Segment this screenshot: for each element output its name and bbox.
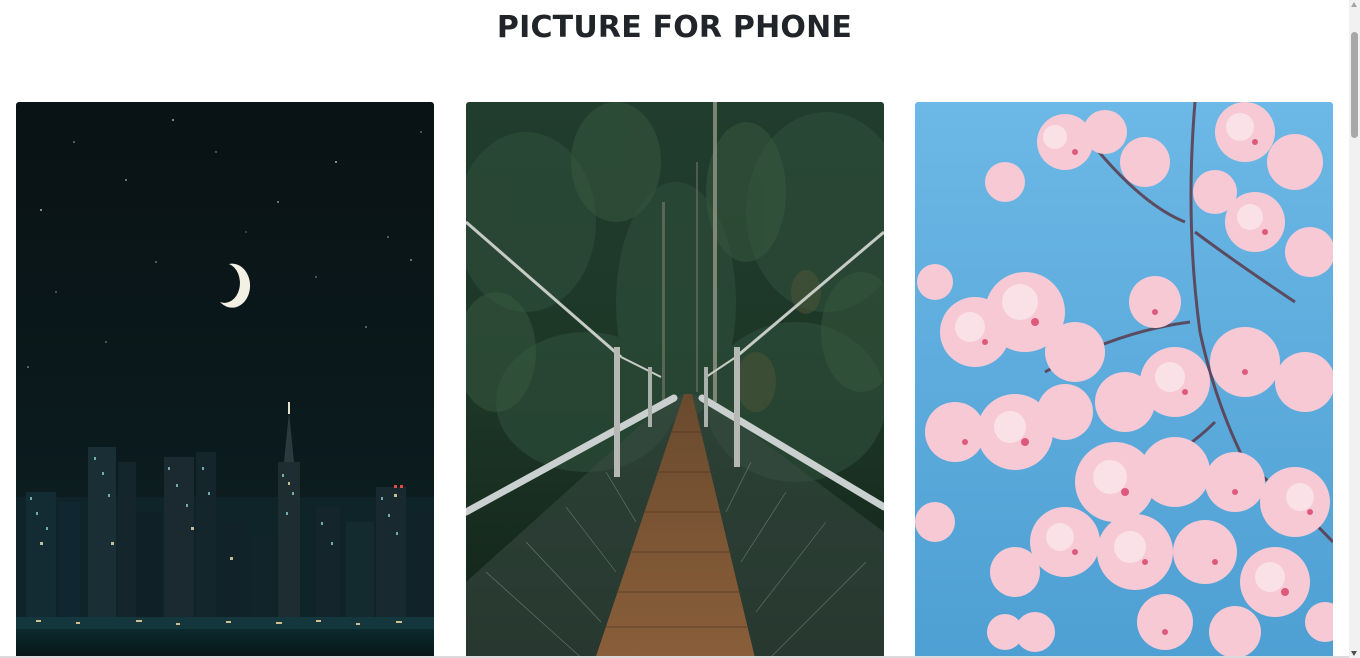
- scrollbar-thumb[interactable]: [1351, 32, 1358, 138]
- cherry-blossom-image[interactable]: [915, 102, 1333, 658]
- page: PICTURE FOR PHONE: [0, 0, 1360, 658]
- gallery-card-night-city[interactable]: [16, 102, 434, 658]
- forest-bridge-image[interactable]: [466, 102, 884, 658]
- gallery-card-forest-bridge[interactable]: [466, 102, 884, 658]
- scroll-up-arrow-icon[interactable]: [1351, 2, 1357, 7]
- gallery-card-cherry-blossom[interactable]: [915, 102, 1333, 658]
- night-city-image[interactable]: [16, 102, 434, 658]
- page-title: PICTURE FOR PHONE: [496, 10, 853, 45]
- scroll-down-arrow-icon[interactable]: [1351, 651, 1357, 656]
- vertical-scrollbar[interactable]: [1349, 0, 1360, 658]
